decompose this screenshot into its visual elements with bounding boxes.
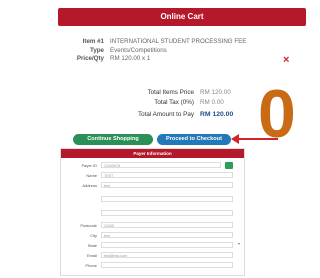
email-input[interactable]: test@test.com <box>101 252 233 258</box>
city-input[interactable]: test <box>101 232 233 238</box>
continue-shopping-button[interactable]: Continue Shopping <box>73 134 153 145</box>
item-name: INTERNATIONAL STUDENT PROCESSING FEE <box>110 38 247 45</box>
total-items-value: RM 120.00 <box>200 89 231 96</box>
proceed-to-checkout-button[interactable]: Proceed to Checkout <box>157 134 231 145</box>
field-label: Email <box>86 253 97 258</box>
payer-id-input[interactable]: 12345678 <box>101 162 221 168</box>
field-address: Address test <box>61 181 244 190</box>
payer-header: Payer Information <box>61 149 244 158</box>
payer-information-panel: Payer Information Payer ID 12345678 Name… <box>60 148 245 276</box>
field-phone: Phone <box>61 261 244 270</box>
address-input-1[interactable]: test <box>101 182 233 188</box>
field-postcode: Postcode 12345 <box>61 221 244 230</box>
total-pay-value: RM 120.00 <box>200 111 234 118</box>
annotation-number: 0 <box>258 76 296 152</box>
price-value: RM 120.00 x 1 <box>110 55 151 62</box>
field-city: City test <box>61 231 244 240</box>
online-cart: Online Cart Item #1 INTERNATIONAL STUDEN… <box>58 8 306 118</box>
field-label: Phone <box>85 263 97 268</box>
phone-input[interactable] <box>101 262 233 268</box>
type-label: Type <box>90 46 104 54</box>
total-tax-label: Total Tax (0%) <box>154 99 194 106</box>
field-label: Postcode <box>80 223 97 228</box>
field-label: Name <box>86 173 97 178</box>
postcode-input[interactable]: 12345 <box>101 222 233 228</box>
cart-header: Online Cart <box>58 8 306 26</box>
total-tax-value: RM 0.00 <box>200 99 224 106</box>
field-name: Name TEST <box>61 171 244 180</box>
field-label: State <box>87 243 97 248</box>
remove-item-icon[interactable]: × <box>283 54 289 66</box>
total-items-label: Total Items Price <box>147 89 194 96</box>
field-label: City <box>90 233 97 238</box>
field-payer-id: Payer ID 12345678 <box>61 161 244 170</box>
field-address-2 <box>61 195 244 204</box>
field-state: State ▾ <box>61 241 244 250</box>
price-label: Price/Qty <box>76 55 104 62</box>
field-label: Address <box>82 183 97 188</box>
type-value: Events/Competitions <box>110 46 167 54</box>
cart-item: Item #1 INTERNATIONAL STUDENT PROCESSING… <box>58 38 306 68</box>
field-address-3 <box>61 209 244 218</box>
lookup-button[interactable] <box>225 162 233 169</box>
address-input-2[interactable] <box>101 196 233 202</box>
address-input-3[interactable] <box>101 210 233 216</box>
chevron-down-icon: ▾ <box>237 241 240 246</box>
field-label: Payer ID <box>81 163 97 168</box>
field-email: Email test@test.com <box>61 251 244 260</box>
item-label: Item #1 <box>82 38 104 45</box>
state-select[interactable] <box>101 242 233 248</box>
total-pay-label: Total Amount to Pay <box>137 111 194 118</box>
name-input[interactable]: TEST <box>101 172 233 178</box>
